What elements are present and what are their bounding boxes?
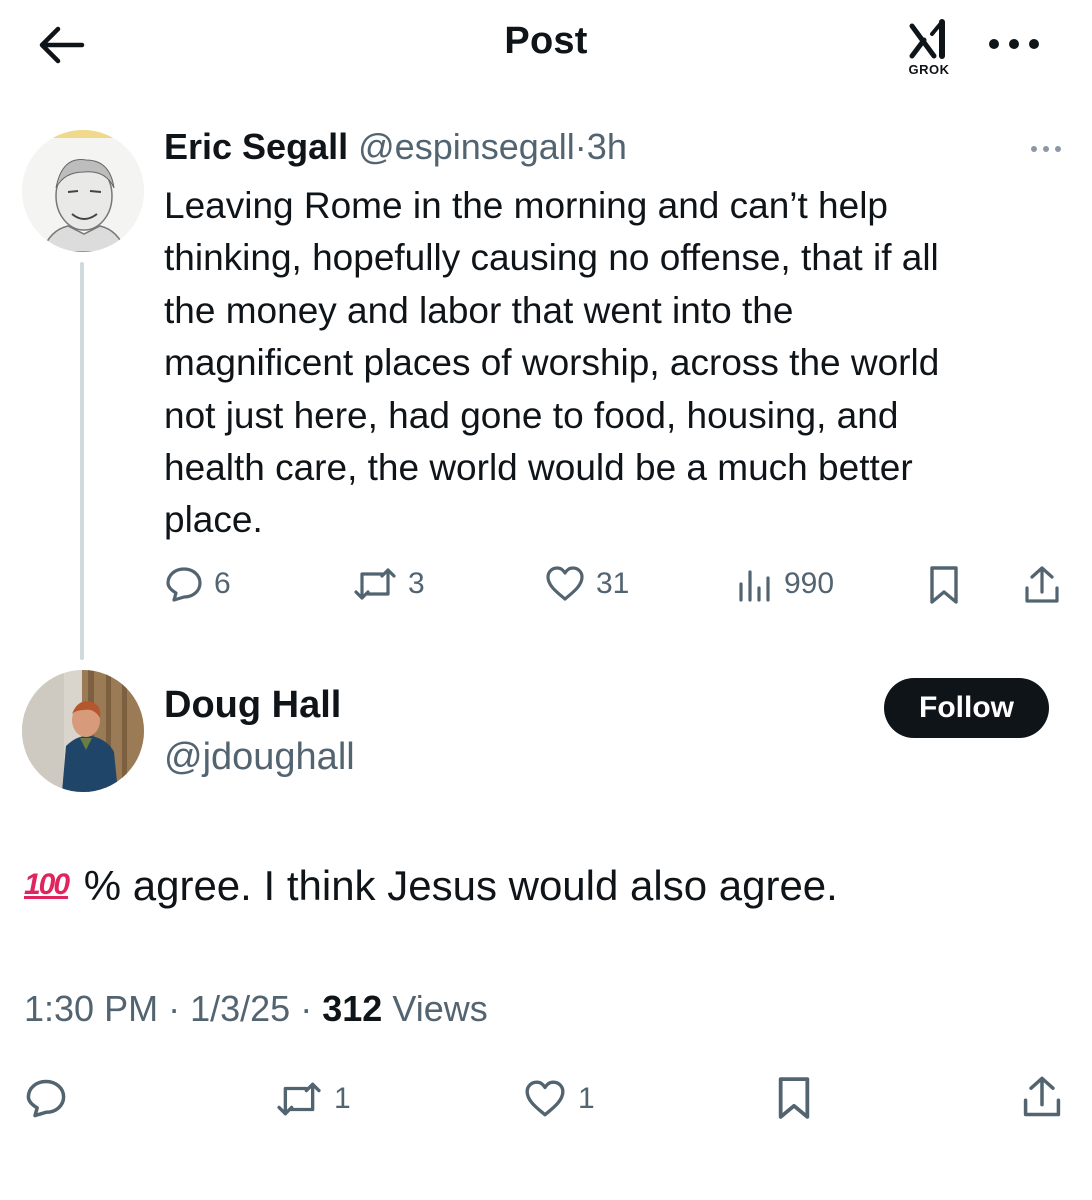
post-views-count: 312 [322,988,383,1029]
reply-icon [26,1079,66,1118]
reply-post-text: 100 % agree. I think Jesus would also ag… [24,862,838,910]
bookmark-icon [778,1077,810,1119]
repost-count: 3 [408,567,425,600]
reply-body-text: % agree. I think Jesus would also agree. [83,862,838,909]
author-name[interactable]: Eric Segall [164,126,348,167]
reply-post-like-button[interactable]: 1 [522,1078,595,1120]
repost-count: 1 [334,1082,351,1115]
post-text-line: thinking, hopefully causing no offense, … [164,237,939,279]
share-button[interactable] [1022,564,1062,606]
post-meta: 1:30 PM · 1/3/25 · 312 Views [24,988,488,1030]
post-time[interactable]: 3h [587,126,627,167]
separator: · [168,988,181,1029]
share-icon [1023,1076,1061,1117]
parent-post-more-button[interactable] [1026,136,1066,162]
avatar-doug-hall[interactable] [22,670,144,792]
post-text-line: health care, the world would be a much b… [164,447,913,489]
bookmark-icon [930,566,958,604]
post-text-line: Leaving Rome in the morning and can’t he… [164,185,889,226]
reply-post-reply-button[interactable] [24,1076,68,1120]
post-views-label: Views [392,988,488,1029]
thread-connector-line [80,262,84,660]
parent-post-header: Eric Segall @espinsegall·3h [164,126,627,168]
avatar-sketch-image [22,130,144,252]
like-count: 31 [596,567,630,600]
reply-post-repost-button[interactable]: 1 [274,1078,351,1120]
post-text-line: not just here, had gone to food, housing… [164,394,899,436]
reply-count: 6 [214,567,231,600]
reply-post-share-button[interactable] [1020,1074,1064,1120]
grok-icon [909,19,945,59]
views-icon [739,570,770,602]
views-count: 990 [784,567,835,600]
post-timestamp[interactable]: 1:30 PM [24,988,158,1029]
more-icon [1031,146,1061,152]
reply-button[interactable]: 6 [164,564,231,604]
grok-button[interactable]: GROK [896,16,962,78]
like-icon [525,1080,565,1117]
reply-author-name[interactable]: Doug Hall [164,684,341,727]
grok-label: GROK [908,62,950,77]
like-count: 1 [578,1082,595,1115]
repost-button[interactable]: 3 [352,564,425,604]
like-icon [546,566,584,601]
more-icon [989,39,1039,49]
author-handle[interactable]: @espinsegall [358,126,575,167]
share-icon [1025,566,1059,603]
views-button[interactable]: 990 [736,564,834,604]
repost-icon [354,568,396,600]
reply-post-bookmark-button[interactable] [774,1074,814,1122]
post-text-line: the money and labor that went into the [164,289,794,331]
parent-post-text: Leaving Rome in the morning and can’t he… [164,180,1054,547]
separator: · [300,988,313,1029]
reply-icon [166,567,202,602]
more-options-button[interactable] [982,26,1046,62]
separator: · [574,126,587,167]
follow-button[interactable]: Follow [884,678,1049,738]
post-text-line: place. [164,499,263,541]
repost-icon [277,1082,321,1116]
post-text-line: magnificent places of worship, across th… [164,342,940,384]
bookmark-button[interactable] [926,564,962,606]
avatar-eric-segall[interactable] [22,130,144,252]
like-button[interactable]: 31 [544,564,629,604]
post-date[interactable]: 1/3/25 [190,988,290,1029]
hundred-points-emoji: 100 [24,868,70,901]
reply-author-handle[interactable]: @jdoughall [164,736,355,779]
avatar-photo-image [22,670,144,792]
